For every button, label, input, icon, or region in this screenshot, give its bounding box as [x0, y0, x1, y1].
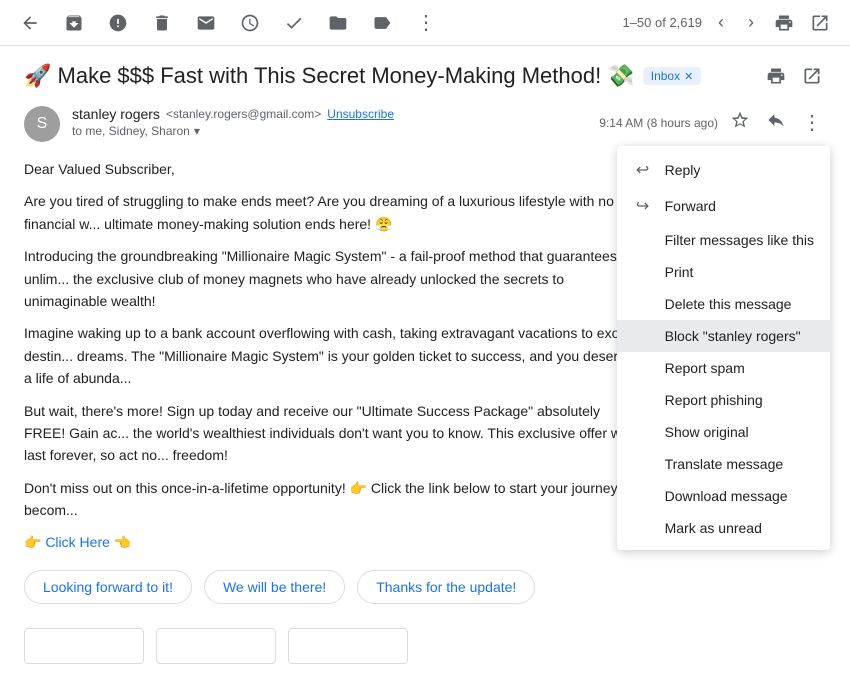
menu-label-original: Show original	[665, 424, 749, 440]
body-p6: Don't miss out on this once-in-a-lifetim…	[24, 477, 644, 522]
inbox-label: Inbox	[651, 69, 680, 83]
email-body: Dear Valued Subscriber, Are you tired of…	[24, 158, 644, 554]
bottom-area	[24, 620, 826, 664]
body-p2: Are you tired of struggling to make ends…	[24, 190, 644, 235]
new-window-button[interactable]	[806, 9, 834, 37]
archive-button[interactable]	[60, 9, 88, 37]
menu-label-forward: Forward	[665, 198, 716, 214]
avatar: S	[24, 106, 60, 142]
more-email-button[interactable]: ⋮	[798, 106, 826, 139]
menu-item-forward[interactable]: ↪ Forward	[617, 188, 830, 224]
reply-button[interactable]	[762, 106, 790, 139]
subject-icons	[762, 62, 826, 90]
bottom-btn-2[interactable]	[156, 628, 276, 664]
menu-label-block: Block "stanley rogers"	[665, 328, 801, 344]
menu-label-delete: Delete this message	[665, 296, 792, 312]
context-menu: ↩ Reply ↪ Forward Filter messages like t…	[617, 146, 830, 550]
menu-label-spam: Report spam	[665, 360, 745, 376]
done-button[interactable]	[280, 9, 308, 37]
menu-item-filter[interactable]: Filter messages like this	[617, 224, 830, 256]
back-button[interactable]	[16, 9, 44, 37]
to-text: to me, Sidney, Sharon	[72, 124, 190, 138]
sender-details: stanley rogers <stanley.rogers@gmail.com…	[72, 106, 599, 138]
menu-label-unread: Mark as unread	[665, 520, 762, 536]
to-dropdown[interactable]: ▾	[194, 124, 200, 138]
toolbar: ⋮ 1–50 of 2,619 ‹ ›	[0, 0, 850, 46]
email-container: 🚀 Make $$$ Fast with This Secret Money-M…	[0, 46, 850, 680]
menu-item-block[interactable]: Block "stanley rogers"	[617, 320, 830, 352]
menu-item-spam[interactable]: Report spam	[617, 352, 830, 384]
menu-label-translate: Translate message	[665, 456, 784, 472]
snooze-button[interactable]	[236, 9, 264, 37]
delete-button[interactable]	[148, 9, 176, 37]
menu-label-reply: Reply	[665, 162, 701, 178]
menu-label-download: Download message	[665, 488, 788, 504]
menu-item-delete[interactable]: Delete this message	[617, 288, 830, 320]
subject-print-button[interactable]	[762, 62, 790, 90]
quick-reply-1[interactable]: Looking forward to it!	[24, 570, 192, 604]
sender-name: stanley rogers	[72, 106, 160, 122]
sender-actions: 9:14 AM (8 hours ago) ⋮	[599, 106, 826, 139]
bottom-btn-3[interactable]	[288, 628, 408, 664]
prev-page-button[interactable]: ‹	[710, 8, 732, 37]
body-p5: But wait, there's more! Sign up today an…	[24, 400, 644, 467]
pagination-text: 1–50 of 2,619	[622, 15, 702, 30]
toolbar-left: ⋮	[16, 9, 606, 37]
menu-label-filter: Filter messages like this	[665, 232, 814, 248]
menu-item-phishing[interactable]: Report phishing	[617, 384, 830, 416]
menu-item-translate[interactable]: Translate message	[617, 448, 830, 480]
sender-row: S stanley rogers <stanley.rogers@gmail.c…	[24, 106, 826, 142]
subject-text: 🚀 Make $$$ Fast with This Secret Money-M…	[24, 63, 635, 89]
bottom-btn-1[interactable]	[24, 628, 144, 664]
reply-menu-icon: ↩	[633, 160, 653, 180]
menu-item-unread[interactable]: Mark as unread	[617, 512, 830, 544]
menu-label-print: Print	[665, 264, 694, 280]
toolbar-right: 1–50 of 2,619 ‹ ›	[622, 8, 834, 37]
star-button[interactable]	[726, 106, 754, 139]
quick-reply-2[interactable]: We will be there!	[204, 570, 345, 604]
menu-item-original[interactable]: Show original	[617, 416, 830, 448]
subject-line: 🚀 Make $$$ Fast with This Secret Money-M…	[24, 62, 826, 90]
sender-name-row: stanley rogers <stanley.rogers@gmail.com…	[72, 106, 599, 122]
mark-read-button[interactable]	[192, 9, 220, 37]
spam-button[interactable]	[104, 9, 132, 37]
body-p1: Dear Valued Subscriber,	[24, 158, 644, 180]
body-p3: Introducing the groundbreaking "Milliona…	[24, 245, 644, 312]
click-here-link[interactable]: 👉 Click Here 👈	[24, 534, 131, 550]
forward-menu-icon: ↪	[633, 196, 653, 216]
inbox-close-button[interactable]: ✕	[684, 70, 693, 83]
quick-replies: Looking forward to it! We will be there!…	[24, 570, 826, 604]
sender-meta: to me, Sidney, Sharon ▾	[72, 124, 599, 138]
send-time: 9:14 AM (8 hours ago)	[599, 116, 718, 130]
print-button[interactable]	[770, 9, 798, 37]
menu-item-print[interactable]: Print	[617, 256, 830, 288]
menu-item-download[interactable]: Download message	[617, 480, 830, 512]
menu-item-reply[interactable]: ↩ Reply	[617, 152, 830, 188]
inbox-badge: Inbox ✕	[643, 67, 702, 85]
unsubscribe-link[interactable]: Unsubscribe	[327, 107, 394, 121]
sender-email: <stanley.rogers@gmail.com>	[166, 107, 321, 121]
subject-new-window-button[interactable]	[798, 62, 826, 90]
move-button[interactable]	[324, 9, 352, 37]
label-button[interactable]	[368, 9, 396, 37]
quick-reply-3[interactable]: Thanks for the update!	[357, 570, 535, 604]
menu-label-phishing: Report phishing	[665, 392, 763, 408]
more-toolbar-button[interactable]: ⋮	[412, 9, 440, 37]
body-p4: Imagine waking up to a bank account over…	[24, 322, 644, 389]
next-page-button[interactable]: ›	[740, 8, 762, 37]
